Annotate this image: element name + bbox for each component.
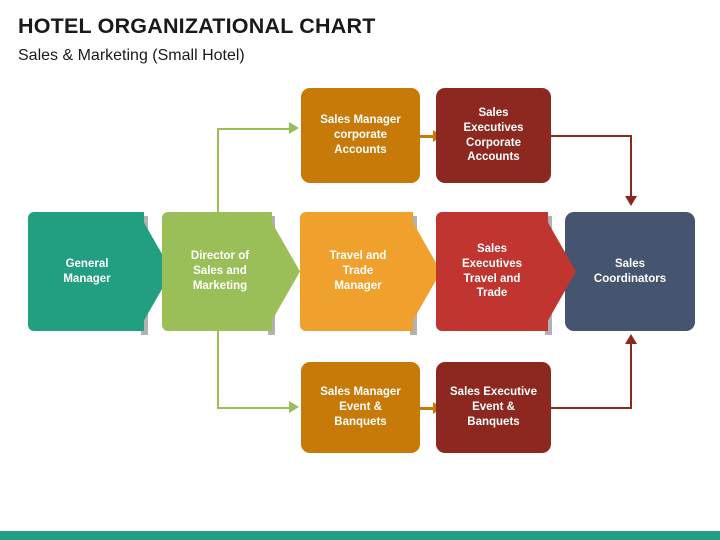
node-label: Travel and Trade Manager	[329, 250, 387, 292]
arrowhead-to-sales-mgr-corporate	[289, 122, 299, 134]
node-sales-executives-corporate-accounts[interactable]: Sales Executives Corporate Accounts	[436, 88, 551, 183]
arrowhead-to-sales-mgr-events	[289, 401, 299, 413]
connector-corporate-exec-to-coordinators-horizontal	[551, 135, 632, 137]
connector-events-mgr-to-exec	[420, 407, 434, 410]
node-sales-manager-corporate-accounts[interactable]: Sales Manager corporate Accounts	[301, 88, 420, 183]
connector-corporate-mgr-to-exec	[420, 135, 434, 138]
arrowhead-coordinators-bottom	[625, 334, 637, 344]
node-sales-executive-event-banquets[interactable]: Sales Executive Event & Banquets	[436, 362, 551, 453]
page-title: HOTEL ORGANIZATIONAL CHART	[18, 14, 376, 38]
connector-corporate-exec-to-coordinators-vertical	[630, 135, 632, 198]
node-label: General Manager	[63, 257, 111, 285]
arrowhead-coordinators-top	[625, 196, 637, 206]
node-label: Sales Manager Event & Banquets	[320, 386, 401, 428]
node-label: Sales Executives Corporate Accounts	[463, 107, 524, 164]
node-label: Director of Sales and Marketing	[190, 250, 250, 292]
node-travel-and-trade-manager[interactable]: Travel and Trade Manager	[300, 212, 444, 335]
node-sales-executives-travel-and-trade[interactable]: Sales Executives Travel and Trade	[436, 212, 576, 335]
slide-canvas: HOTEL ORGANIZATIONAL CHART Sales & Marke…	[0, 0, 720, 540]
node-label: Sales Coordinators	[593, 257, 667, 285]
node-director-of-sales-and-marketing[interactable]: Director of Sales and Marketing	[162, 212, 306, 335]
page-subtitle: Sales & Marketing (Small Hotel)	[18, 47, 245, 64]
node-label: Sales Manager corporate Accounts	[320, 114, 401, 156]
connector-events-exec-to-coordinators-horizontal	[551, 407, 632, 409]
node-label: Sales Executive Event & Banquets	[450, 386, 537, 428]
footer-accent-bar	[0, 531, 720, 540]
node-label: Sales Executives Travel and Trade	[461, 243, 523, 300]
node-sales-coordinators[interactable]: Sales Coordinators	[565, 212, 695, 331]
connector-director-to-corporate-horizontal	[217, 128, 289, 130]
connector-events-exec-to-coordinators-vertical	[630, 344, 632, 409]
connector-director-to-events-horizontal	[217, 407, 289, 409]
node-sales-manager-event-banquets[interactable]: Sales Manager Event & Banquets	[301, 362, 420, 453]
node-general-manager[interactable]: General Manager	[28, 212, 172, 335]
